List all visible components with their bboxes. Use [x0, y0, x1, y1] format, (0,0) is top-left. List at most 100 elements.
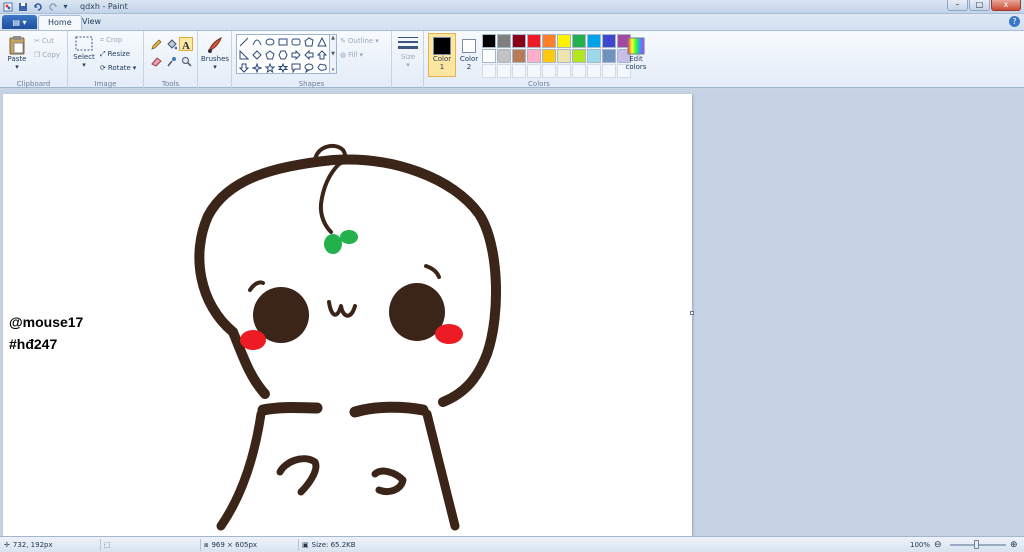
triangle-shape[interactable] — [316, 36, 328, 48]
hexagon-shape[interactable] — [277, 49, 289, 61]
close-button[interactable]: x — [991, 0, 1021, 11]
six-point-star-shape[interactable] — [277, 62, 289, 74]
color-1-button[interactable]: Color 1 — [428, 33, 456, 77]
color-picker-tool[interactable] — [164, 54, 178, 68]
palette-color-4[interactable] — [527, 34, 541, 48]
copy-button[interactable]: ❐ Copy — [34, 49, 60, 61]
palette-color-8[interactable] — [587, 34, 601, 48]
palette-custom-slot[interactable] — [482, 64, 496, 78]
palette-custom-slot[interactable] — [512, 64, 526, 78]
image-dimensions-value: 969 × 605px — [211, 541, 258, 549]
brushes-button[interactable]: Brushes ▾ — [201, 35, 229, 71]
palette-custom-slot[interactable] — [497, 64, 511, 78]
canvas-resize-handle-right[interactable] — [690, 311, 694, 315]
text-tool[interactable]: A — [179, 37, 193, 51]
oval-callout-shape[interactable] — [303, 62, 315, 74]
palette-color-3[interactable] — [512, 34, 526, 48]
palette-custom-slot[interactable] — [602, 64, 616, 78]
palette-color-17[interactable] — [572, 49, 586, 63]
paint-app-icon[interactable] — [2, 1, 13, 12]
edit-colors-label-2: colors — [625, 63, 647, 71]
oval-callout-shape-icon — [304, 63, 314, 73]
palette-custom-slot[interactable] — [542, 64, 556, 78]
right-triangle-shape[interactable] — [238, 49, 250, 61]
zoom-in-icon[interactable]: ⊕ — [1010, 539, 1018, 551]
paste-dropdown-icon: ▾ — [15, 63, 19, 71]
outline-button[interactable]: ✎ Outline ▾ — [340, 35, 379, 47]
down-arrow-shape[interactable] — [238, 62, 250, 74]
palette-color-5[interactable] — [542, 34, 556, 48]
rotate-button[interactable]: ⟳ Rotate ▾ — [100, 62, 136, 74]
rectangle-shape[interactable] — [277, 36, 289, 48]
up-arrow-shape[interactable] — [316, 49, 328, 61]
ribbon-tabs: ▤ ▾ Home View ? — [0, 14, 1024, 30]
image-dimensions-icon: ⧈ — [204, 540, 209, 549]
customize-quick-access-icon[interactable]: ▾ — [60, 1, 71, 12]
size-button[interactable]: Size ▾ — [396, 35, 420, 69]
gallery-more-icon[interactable]: ▾ — [332, 67, 335, 73]
palette-custom-slot[interactable] — [572, 64, 586, 78]
diamond-shape[interactable] — [251, 49, 263, 61]
palette-color-16[interactable] — [557, 49, 571, 63]
minimize-button[interactable]: – — [947, 0, 968, 11]
rounded-rectangle-shape[interactable] — [290, 36, 302, 48]
save-icon[interactable] — [17, 1, 28, 12]
rectangle-callout-shape[interactable] — [290, 62, 302, 74]
cut-button[interactable]: ✂ Cut — [34, 35, 54, 47]
tab-view[interactable]: View — [73, 15, 110, 30]
redo-icon[interactable] — [47, 1, 58, 12]
color-2-button[interactable]: Color 2 — [455, 33, 483, 77]
fill-label: Fill — [348, 51, 358, 59]
resize-label: Resize — [107, 50, 131, 58]
five-point-star-shape[interactable] — [264, 62, 276, 74]
help-button[interactable]: ? — [1009, 16, 1020, 27]
palette-color-6[interactable] — [557, 34, 571, 48]
pencil-tool[interactable] — [149, 37, 163, 51]
palette-color-14[interactable] — [527, 49, 541, 63]
crop-button[interactable]: ⌗ Crop — [100, 34, 122, 46]
four-point-star-shape[interactable] — [251, 62, 263, 74]
palette-color-9[interactable] — [602, 34, 616, 48]
palette-color-7[interactable] — [572, 34, 586, 48]
palette-color-12[interactable] — [497, 49, 511, 63]
edit-colors-button[interactable]: Edit colors — [621, 33, 651, 77]
line-shape[interactable] — [238, 36, 250, 48]
maximize-button[interactable]: □ — [969, 0, 990, 11]
magnifier-tool[interactable] — [179, 54, 193, 68]
scroll-up-icon[interactable]: ▲ — [331, 35, 335, 41]
oval-shape[interactable] — [264, 36, 276, 48]
curve-shape[interactable] — [251, 36, 263, 48]
fill-button[interactable]: ◍ Fill ▾ — [340, 49, 363, 61]
right-arrow-shape[interactable] — [290, 49, 302, 61]
eraser-tool[interactable] — [149, 54, 163, 68]
polygon-shape[interactable] — [303, 36, 315, 48]
pentagon-shape[interactable] — [264, 49, 276, 61]
select-button[interactable]: Select ▾ — [72, 35, 96, 69]
palette-custom-slot[interactable] — [587, 64, 601, 78]
resize-button[interactable]: ⤢ Resize — [100, 48, 130, 60]
colors-group: Color 1 Color 2 Edit colors Colors — [424, 31, 654, 89]
palette-color-2[interactable] — [497, 34, 511, 48]
cursor-position-icon: ✛ — [4, 541, 10, 549]
fill-tool[interactable] — [164, 37, 178, 51]
scroll-down-icon[interactable]: ▼ — [331, 51, 335, 57]
palette-color-11[interactable] — [482, 49, 496, 63]
palette-custom-slot[interactable] — [527, 64, 541, 78]
color-1-swatch — [433, 37, 451, 55]
up-arrow-shape-icon — [317, 50, 327, 60]
palette-color-19[interactable] — [602, 49, 616, 63]
palette-custom-slot[interactable] — [557, 64, 571, 78]
palette-color-18[interactable] — [587, 49, 601, 63]
palette-color-13[interactable] — [512, 49, 526, 63]
drawing-canvas[interactable]: @mouse17 #hđ247 — [3, 94, 692, 536]
left-arrow-shape[interactable] — [303, 49, 315, 61]
palette-color-1[interactable] — [482, 34, 496, 48]
undo-icon[interactable] — [32, 1, 43, 12]
cloud-callout-shape[interactable] — [316, 62, 328, 74]
zoom-slider-thumb[interactable] — [974, 540, 979, 549]
shapes-scroll[interactable]: ▲ ▼ ▾ — [330, 34, 337, 74]
palette-color-15[interactable] — [542, 49, 556, 63]
zoom-out-icon[interactable]: ⊖ — [934, 539, 942, 551]
file-menu-button[interactable]: ▤ ▾ — [2, 15, 37, 29]
paste-button[interactable]: Paste ▾ — [6, 35, 28, 71]
